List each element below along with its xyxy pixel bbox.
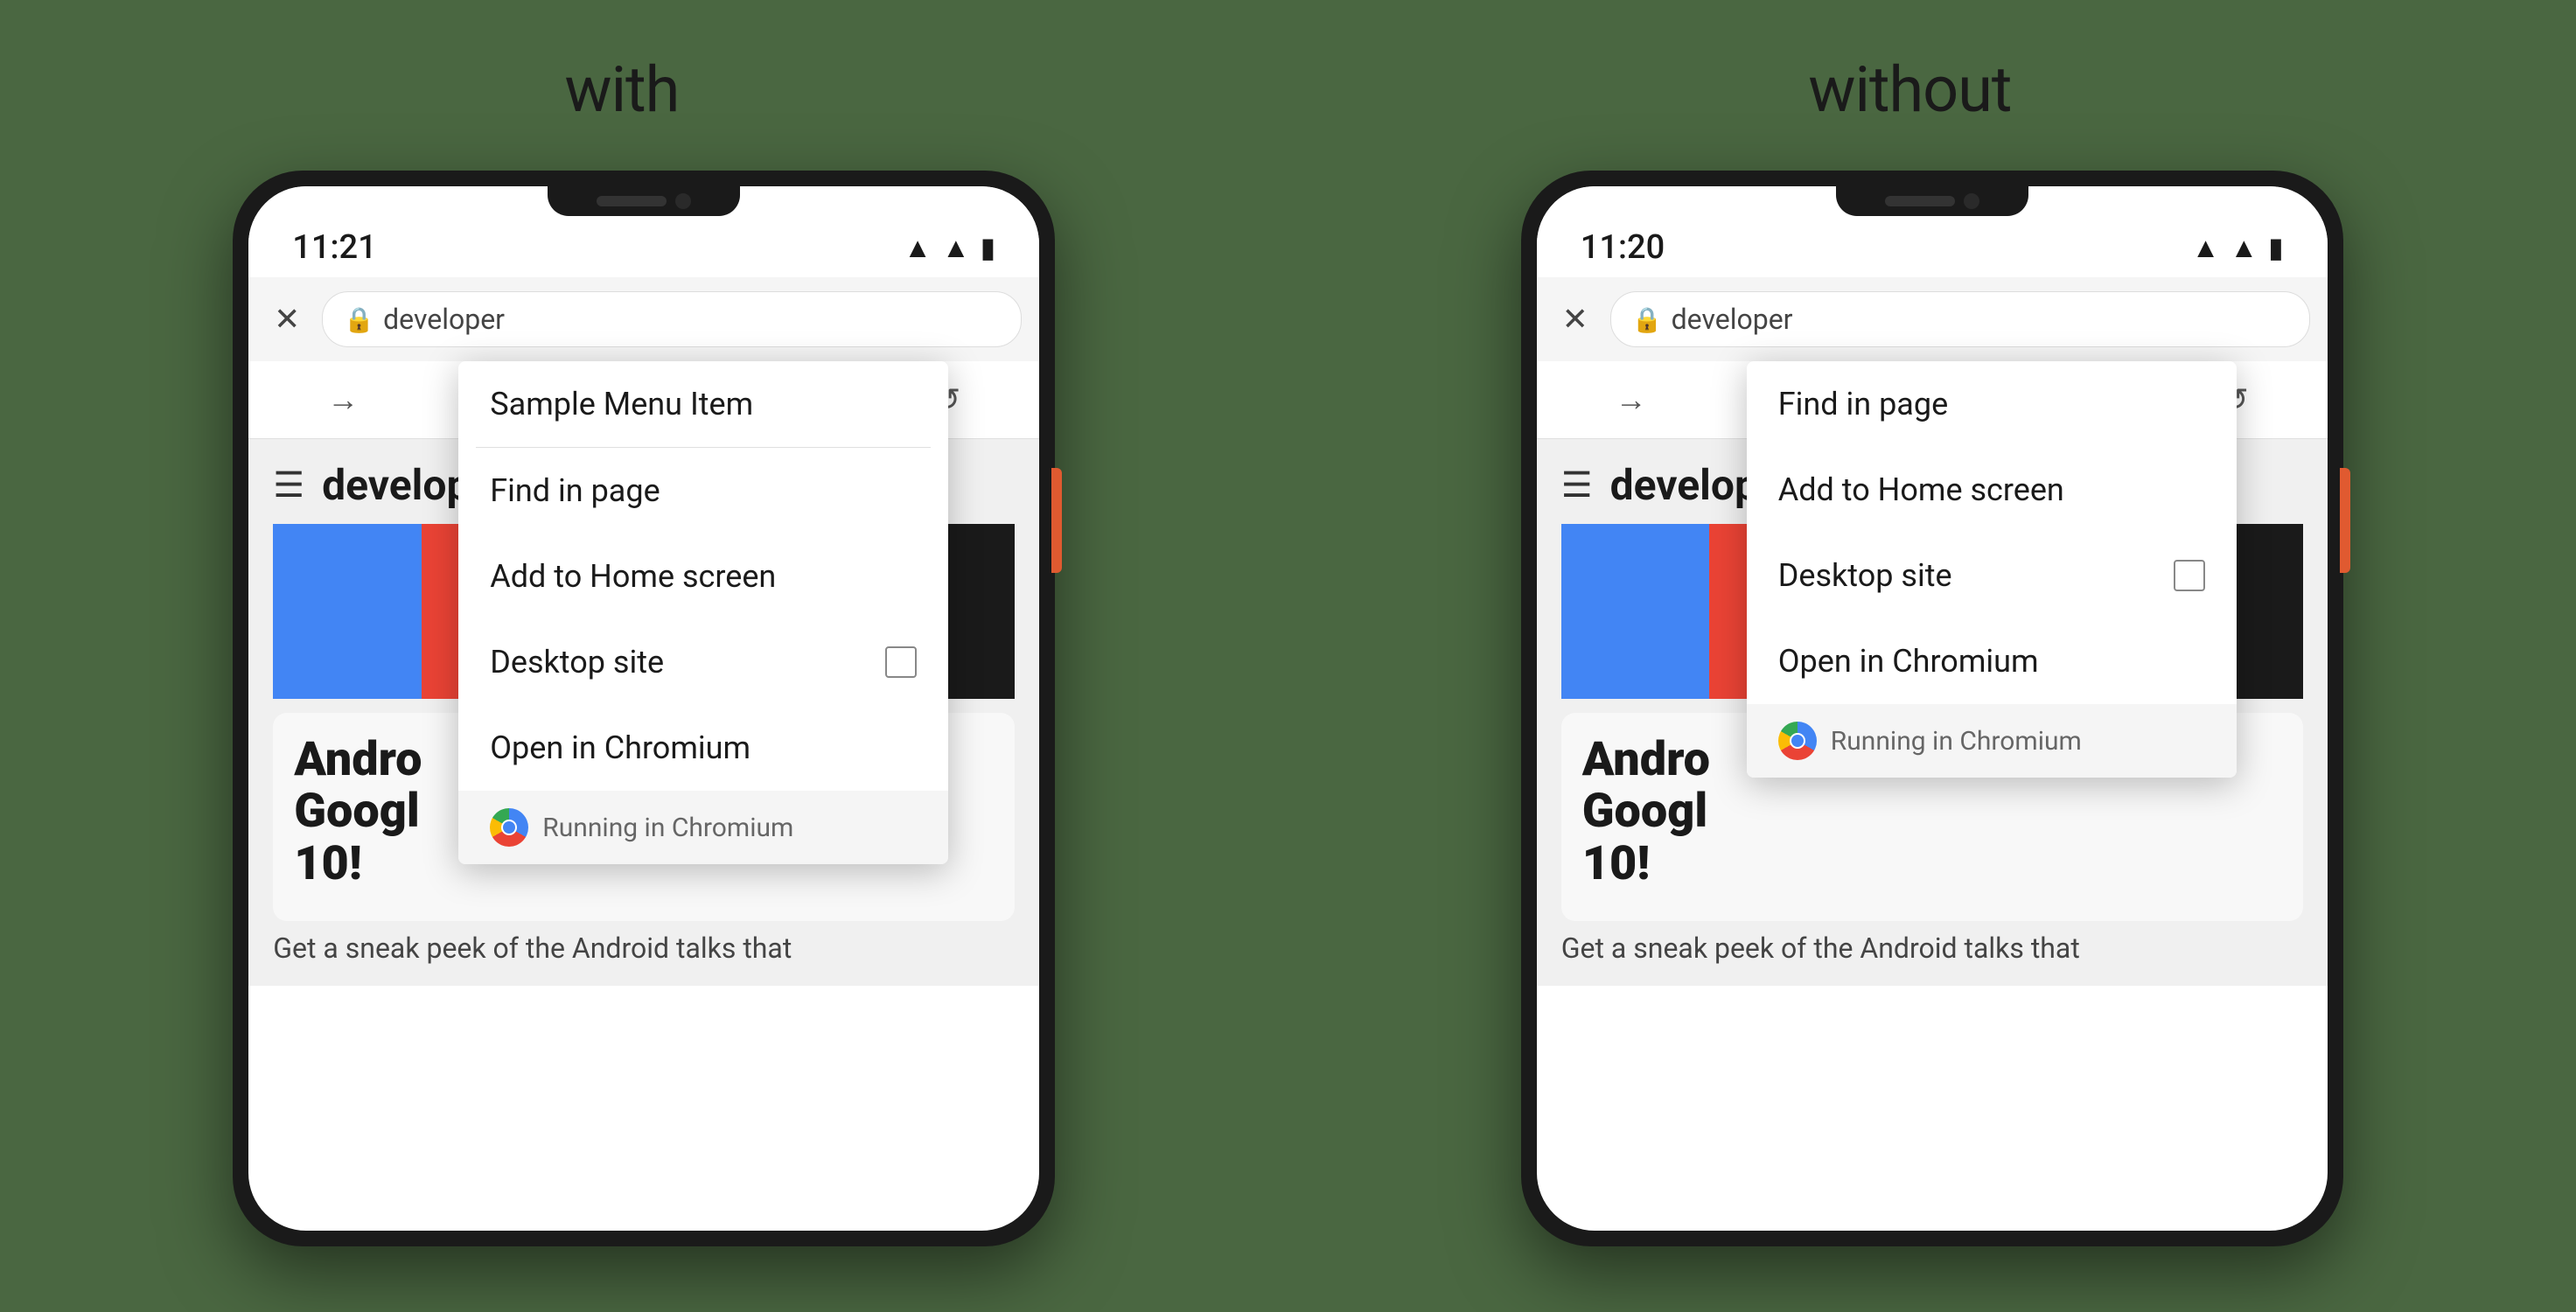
right-wifi-icon: ▲ <box>2192 231 2220 264</box>
right-status-icons: ▲ ▲ ▮ <box>2192 231 2284 264</box>
left-wifi-icon: ▲ <box>904 231 932 264</box>
left-menu-home-label: Add to Home screen <box>490 558 776 595</box>
right-context-menu[interactable]: Find in page Add to Home screen Desktop … <box>1747 361 2237 778</box>
left-bar-blue <box>273 524 422 699</box>
right-address-bar[interactable]: 🔒 developer <box>1610 291 2310 347</box>
right-speaker <box>1885 196 1955 206</box>
right-url: developer <box>1672 303 1793 336</box>
right-phone-inner: 11:20 ▲ ▲ ▮ ✕ 🔒 developer → ☆ ⬇ <box>1537 186 2328 1231</box>
right-fwd-btn[interactable]: → <box>1602 374 1661 425</box>
left-phone-inner: 11:21 ▲ ▲ ▮ ✕ 🔒 developer → ☆ ⬇ <box>248 186 1039 1231</box>
left-signal-icon: ▲ <box>942 231 970 264</box>
left-menu-desktop[interactable]: Desktop site <box>458 619 948 705</box>
left-label: with <box>565 52 680 127</box>
right-phone-frame: 11:20 ▲ ▲ ▮ ✕ 🔒 developer → ☆ ⬇ <box>1521 171 2343 1246</box>
left-browser-toolbar[interactable]: ✕ 🔒 developer <box>248 277 1039 361</box>
left-status-icons: ▲ ▲ ▮ <box>904 231 995 264</box>
right-hamburger-icon: ☰ <box>1561 464 1593 506</box>
right-menu-find[interactable]: Find in page <box>1747 361 2237 447</box>
right-menu-footer: Running in Chromium <box>1747 704 2237 778</box>
left-url: developer <box>383 303 505 336</box>
left-hero-subtitle: Get a sneak peek of the Android talks th… <box>273 932 1015 965</box>
right-menu-desktop[interactable]: Desktop site <box>1747 533 2237 618</box>
right-menu-chromium[interactable]: Open in Chromium <box>1747 618 2237 704</box>
left-running-text: Running in Chromium <box>542 813 793 843</box>
left-menu-find[interactable]: Find in page <box>458 448 948 534</box>
right-side-button <box>2340 468 2350 573</box>
right-lock-icon: 🔒 <box>1632 305 1663 334</box>
right-time: 11:20 <box>1581 228 1665 267</box>
right-bar-blue <box>1561 524 1710 699</box>
left-chromium-icon <box>490 808 528 847</box>
right-hero-subtitle: Get a sneak peek of the Android talks th… <box>1561 932 2303 965</box>
right-close-btn[interactable]: ✕ <box>1554 301 1596 338</box>
phones-row: 11:21 ▲ ▲ ▮ ✕ 🔒 developer → ☆ ⬇ <box>0 162 2576 1246</box>
left-close-btn[interactable]: ✕ <box>266 301 308 338</box>
left-hamburger-icon: ☰ <box>273 464 304 506</box>
left-menu-find-label: Find in page <box>490 472 660 509</box>
left-menu-chromium-label: Open in Chromium <box>490 729 750 766</box>
right-chromium-icon-inner <box>1791 735 1804 747</box>
left-side-button <box>1051 468 1062 573</box>
left-lock-icon: 🔒 <box>344 305 374 334</box>
right-menu-desktop-label: Desktop site <box>1778 557 1952 594</box>
left-battery-icon: ▮ <box>981 231 996 264</box>
left-chromium-icon-inner <box>503 821 515 834</box>
labels-row: with without <box>0 0 2576 162</box>
left-fwd-btn[interactable]: → <box>313 374 373 425</box>
right-desktop-checkbox[interactable] <box>2174 560 2205 591</box>
left-camera <box>675 193 691 209</box>
left-address-bar[interactable]: 🔒 developer <box>322 291 1022 347</box>
right-running-text: Running in Chromium <box>1831 726 2082 757</box>
left-desktop-checkbox[interactable] <box>885 646 917 678</box>
left-menu-desktop-label: Desktop site <box>490 644 664 680</box>
right-battery-icon: ▮ <box>2268 231 2284 264</box>
right-notch <box>1836 186 2028 216</box>
right-menu-home[interactable]: Add to Home screen <box>1747 447 2237 533</box>
right-menu-find-label: Find in page <box>1778 386 1948 422</box>
left-phone-frame: 11:21 ▲ ▲ ▮ ✕ 🔒 developer → ☆ ⬇ <box>233 171 1055 1246</box>
right-page-title: develop <box>1610 460 1758 510</box>
left-menu-footer: Running in Chromium <box>458 791 948 864</box>
right-label: without <box>1808 52 2011 127</box>
left-menu-chromium[interactable]: Open in Chromium <box>458 705 948 791</box>
left-page-title: develop <box>322 460 470 510</box>
right-signal-icon: ▲ <box>2230 231 2258 264</box>
right-camera <box>1964 193 1979 209</box>
left-menu-sample-label: Sample Menu Item <box>490 386 753 422</box>
right-browser-toolbar[interactable]: ✕ 🔒 developer <box>1537 277 2328 361</box>
left-speaker <box>597 196 667 206</box>
left-menu-sample[interactable]: Sample Menu Item <box>458 361 948 447</box>
right-menu-chromium-label: Open in Chromium <box>1778 643 2039 680</box>
left-time: 11:21 <box>292 228 376 267</box>
left-menu-home[interactable]: Add to Home screen <box>458 534 948 619</box>
right-chromium-icon <box>1778 722 1817 760</box>
left-context-menu[interactable]: Sample Menu Item Find in page Add to Hom… <box>458 361 948 864</box>
left-notch <box>548 186 740 216</box>
right-menu-home-label: Add to Home screen <box>1778 471 2064 508</box>
